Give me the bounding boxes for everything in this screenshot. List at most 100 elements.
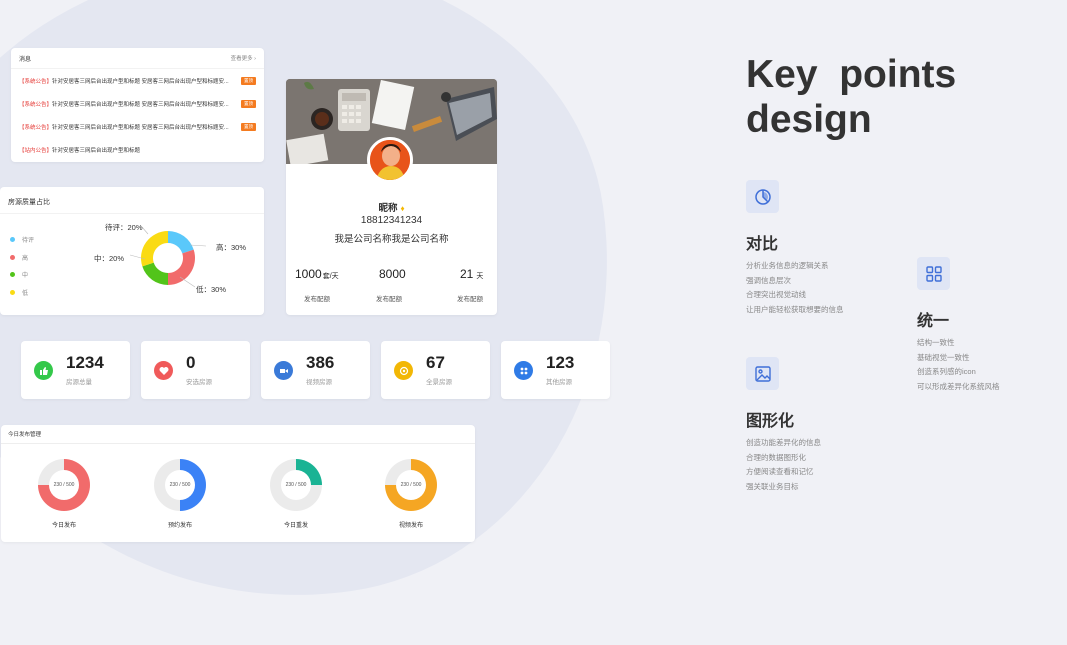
grid-icon: [917, 257, 950, 290]
data-label-high: 高：30%: [216, 243, 247, 252]
feature-line: 结构一致性: [917, 338, 955, 347]
quota-unit: 套/天: [322, 273, 339, 280]
thumbs-up-icon: [34, 361, 53, 380]
feature-lines: 分析业务信息的逻辑关系 强调信息层次 合理突出视觉动线 让用户能轻松获取想要的信…: [746, 259, 844, 317]
notice-item[interactable]: 【系统公告】 针对安居客三网后台出现户型和标题 安居客三网后台出现户型和标题安.…: [11, 69, 264, 92]
video-icon: [274, 361, 293, 380]
stat-card-selected[interactable]: 0 安选房源: [141, 341, 250, 399]
quota-value: 1000: [295, 267, 322, 281]
feature-line: 强关联业务目标: [746, 481, 799, 491]
notice-tag: 【站内公告】: [19, 147, 53, 154]
progress-ring: 230 / 500: [154, 459, 206, 511]
stat-value: 0: [186, 353, 196, 372]
quota-value: 8000: [379, 267, 406, 281]
today-publish-title: 今日发布管理: [1, 425, 475, 444]
feature-line: 分析业务信息的逻辑关系: [746, 261, 829, 270]
ring-value: 230 / 500: [396, 470, 426, 500]
ring-value: 230 / 500: [165, 470, 195, 500]
title-line: Key points: [746, 53, 957, 96]
data-label-pending: 待评：20%: [105, 223, 143, 232]
notice-tag: 【系统公告】: [19, 78, 53, 85]
stat-label: 安选房源: [186, 379, 212, 386]
feature-line: 创造功能差异化的信息: [746, 438, 821, 447]
quota-label: 发布配额: [457, 296, 483, 303]
ring-value: 230 / 500: [49, 470, 79, 500]
pie-chart-icon: [746, 180, 779, 213]
quota-stat: 21 天: [460, 267, 483, 281]
notice-item[interactable]: 【系统公告】 针对安居客三网后台出现户型和标题 安居客三网后台出现户型和标题安.…: [11, 92, 264, 115]
chevron-right-icon: ›: [254, 56, 256, 62]
quota-stat: 8000: [379, 267, 406, 281]
ring-label: 视频发布: [398, 523, 423, 529]
notice-text: 针对安居客三网后台出现户型和标题 安居客三网后台出现户型和标题安...: [52, 124, 229, 131]
notice-text: 针对安居客三网后台出现户型和标题: [52, 147, 141, 154]
stat-value: 123: [546, 353, 575, 372]
pinned-badge: 置顶: [241, 122, 256, 131]
stat-label: 全景房源: [426, 379, 452, 386]
feature-line: 让用户能轻松获取想要的信息: [746, 304, 844, 314]
stat-value: 67: [426, 353, 445, 372]
notice-item[interactable]: 【站内公告】 针对安居客三网后台出现户型和标题: [11, 138, 264, 161]
pinned-badge: 置顶: [241, 99, 256, 108]
profile-company: 我是公司名称我是公司名称: [334, 234, 449, 245]
heart-icon: [154, 361, 173, 380]
grid-icon: [514, 361, 533, 380]
quota-stat: 1000套/天: [295, 267, 339, 281]
profile-phone: 18812341234: [360, 215, 423, 226]
quality-ratio-card: 房源质量占比 待评 高 中 低 待评：20% 高：30% 中：20% 低：30%: [0, 187, 264, 315]
notice-item[interactable]: 【系统公告】 针对安居客三网后台出现户型和标题 安居客三网后台出现户型和标题安.…: [11, 115, 264, 138]
donut-slice-待评: [168, 231, 194, 254]
pinned-badge: 置顶: [241, 76, 256, 85]
ring-label: 预约发布: [167, 523, 192, 529]
page-title: Key points design: [746, 52, 956, 142]
image-icon: [746, 357, 779, 390]
avatar[interactable]: [367, 137, 413, 183]
feature-heading: 图形化: [746, 413, 795, 430]
stat-value: 386: [306, 353, 335, 372]
profile-name-row: 昵称 ♦: [286, 200, 497, 214]
view-more-label: 查看更多: [230, 56, 253, 62]
today-publish-card: 今日发布管理 230 / 500 今日发布 230 / 500 预约发布 230…: [1, 425, 475, 542]
quota-label: 发布配额: [376, 296, 402, 303]
profile-name: 昵称: [378, 203, 398, 214]
notice-tag: 【系统公告】: [19, 101, 53, 108]
ring-label: 今日重发: [283, 523, 308, 529]
notice-text: 针对安居客三网后台出现户型和标题 安居客三网后台出现户型和标题安...: [52, 78, 229, 85]
vip-diamond-icon: ♦: [400, 204, 405, 213]
stat-label: 视频房源: [306, 379, 332, 386]
feature-line: 方便阅读查看和记忆: [746, 467, 814, 476]
leader-line: [189, 244, 207, 247]
stat-card-other[interactable]: 123 其他房源: [501, 341, 610, 399]
ring-label: 今日发布: [51, 523, 76, 529]
progress-ring: 230 / 500: [270, 459, 322, 511]
feature-heading: 统一: [917, 313, 950, 330]
donut-slice-高: [168, 249, 195, 285]
feature-line: 可以形成差异化系统风格: [917, 381, 1000, 391]
stat-card-video[interactable]: 386 视频房源: [261, 341, 370, 399]
feature-heading: 对比: [746, 236, 779, 253]
quota-label: 发布配额: [304, 296, 330, 303]
notice-title: 消息: [19, 56, 32, 63]
ring-value: 230 / 500: [281, 470, 311, 500]
stat-card-total[interactable]: 1234 房源总量: [21, 341, 130, 399]
panorama-icon: [394, 361, 413, 380]
feature-line: 基础视觉一致性: [917, 352, 970, 362]
feature-line: 合理突出视觉动线: [746, 290, 806, 299]
view-more-link[interactable]: 查看更多 ›: [231, 54, 256, 62]
feature-lines: 创造功能差异化的信息 合理的数据图形化 方便阅读查看和记忆 强关联业务目标: [746, 436, 821, 494]
quota-unit: 天: [476, 273, 484, 280]
feature-line: 合理的数据图形化: [746, 452, 806, 462]
data-label-low: 低：30%: [196, 285, 227, 294]
feature-line: 强调信息层次: [746, 275, 791, 285]
stat-value: 1234: [66, 353, 104, 372]
progress-ring: 230 / 500: [38, 459, 90, 511]
stat-label: 其他房源: [546, 379, 572, 386]
notice-header: 消息 查看更多 ›: [11, 48, 264, 69]
quota-value: 21: [460, 267, 474, 281]
notice-tag: 【系统公告】: [19, 124, 53, 131]
title-line: design: [746, 98, 872, 141]
notice-text: 针对安居客三网后台出现户型和标题 安居客三网后台出现户型和标题安...: [52, 101, 229, 108]
profile-card: 昵称 ♦ 18812341234 我是公司名称我是公司名称 1000套/天 800…: [286, 79, 497, 315]
stat-label: 房源总量: [66, 379, 92, 386]
stat-card-panorama[interactable]: 67 全景房源: [381, 341, 490, 399]
